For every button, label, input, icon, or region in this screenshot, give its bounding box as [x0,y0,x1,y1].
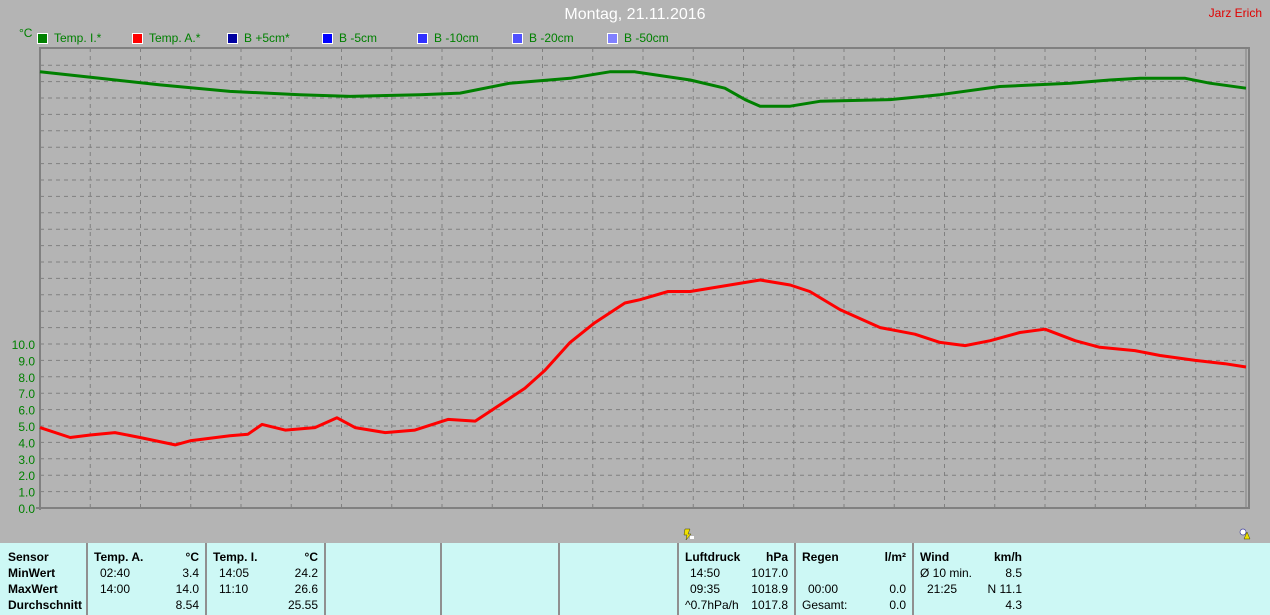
pressure-min-time: 14:50 [690,566,721,580]
pressure-current: 1017.8 [751,598,788,612]
temperature-chart: 0.0 1.0 2.0 3.0 4.0 5.0 6.0 7.0 8.0 9.0 10.0 [12,47,1250,516]
temp-i-avg: 25.55 [287,598,318,612]
rain-total-label: Gesamt: [802,598,848,612]
temp-i-column: Temp. I. °C 14:05 24.2 11:10 26.6 25.55 [207,543,326,615]
wind-header: Wind [920,550,950,564]
pressure-min: 1017.0 [751,566,788,580]
y-tick-label: 7.0 [18,387,35,401]
y-tick-label: 1.0 [18,486,35,500]
wind-unit: km/h [993,550,1022,564]
sensor-header: Sensor [8,550,49,564]
wind-gust-time: 21:25 [927,582,958,596]
sunset-icon [1239,527,1251,540]
temp-i-unit: °C [304,550,318,564]
empty-column [326,543,442,615]
wind-gust: N 11.1 [987,582,1022,596]
temp-a-max: 14.0 [175,582,199,596]
temp-i-max: 26.6 [294,582,318,596]
empty-column [560,543,679,615]
wind-mean: 4.3 [1005,598,1022,612]
temp-a-avg: 8.54 [175,598,199,612]
minwert-label: MinWert [8,566,56,580]
pressure-unit: hPa [765,550,788,564]
temp-a-unit: °C [185,550,199,564]
pressure-max: 1018.9 [751,582,788,596]
y-tick-label: 0.0 [18,502,35,516]
durchschnitt-label: Durchschnitt [8,598,83,612]
temp-a-column: Temp. A. °C 02:40 3.4 14:00 14.0 8.54 [88,543,207,615]
pressure-header: Luftdruck [685,550,741,564]
pressure-column: Luftdruck hPa 14:50 1017.0 09:35 1018.9 ^0.… [679,543,796,615]
temp-a-header: Temp. A. [94,550,144,564]
temp-i-min-time: 14:05 [219,566,250,580]
y-tick-label: 5.0 [18,420,35,434]
y-tick-label: 9.0 [18,354,35,368]
y-tick-label: 3.0 [18,453,35,467]
temp-i-max-time: 11:10 [219,582,249,596]
temp-a-max-time: 14:00 [100,582,131,596]
rain-value: 0.0 [889,582,906,596]
wind-avg-label: Ø 10 min. [920,566,973,580]
y-tick-label: 8.0 [18,371,35,385]
statistics-panel: Sensor MinWert MaxWert Durchschnitt Temp… [0,543,1270,615]
temp-a-min-time: 02:40 [100,566,131,580]
pressure-trend: ^0.7hPa/h [685,598,739,612]
rain-time: 00:00 [808,582,839,596]
temp-a-min: 3.4 [182,566,199,580]
rain-header: Regen [802,550,839,564]
sunrise-icon [682,527,694,541]
maxwert-label: MaxWert [8,582,58,596]
wind-avg: 8.5 [1005,566,1022,580]
empty-column [442,543,560,615]
rain-total: 0.0 [889,598,906,612]
y-tick-label: 2.0 [18,469,35,483]
pressure-max-time: 09:35 [690,582,721,596]
rain-unit: l/m² [884,550,906,564]
y-tick-label: 10.0 [12,338,36,352]
temp-i-header: Temp. I. [213,550,258,564]
y-tick-label: 4.0 [18,436,35,450]
rain-column: Regen l/m² 00:00 0.0 Gesamt: 0.0 [796,543,914,615]
y-tick-label: 6.0 [18,404,35,418]
temp-i-min: 24.2 [294,566,318,580]
wind-column: Wind km/h Ø 10 min. 8.5 21:25 N 11.1 4.3 [914,543,1028,615]
sensor-column: Sensor MinWert MaxWert Durchschnitt [0,543,88,615]
